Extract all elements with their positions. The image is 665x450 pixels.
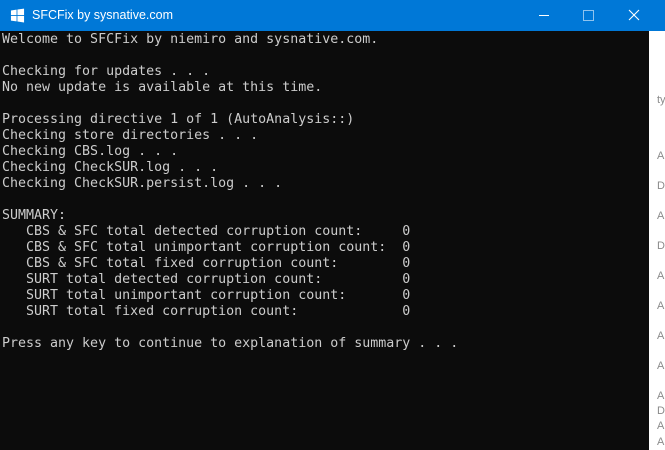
- background-text-fragment: Ap: [657, 150, 665, 162]
- close-icon: [628, 9, 640, 21]
- console-line: Checking CheckSUR.persist.log . . .: [2, 176, 283, 191]
- console-line: Checking CBS.log . . .: [2, 144, 179, 159]
- background-text-fragment: Ap: [657, 390, 665, 402]
- console-line: Processing directive 1 of 1 (AutoAnalysi…: [2, 112, 355, 127]
- minimize-icon: [539, 15, 549, 16]
- console-line: CBS & SFC total fixed corruption count: …: [2, 256, 411, 271]
- title-bar[interactable]: SFCFix by sysnative.com: [0, 0, 665, 31]
- console-line: Checking store directories . . .: [2, 128, 259, 143]
- console-line: Welcome to SFCFix by niemiro and sysnati…: [2, 32, 379, 47]
- background-text-fragment: De: [657, 405, 665, 417]
- windows-logo-icon: [10, 8, 25, 23]
- background-text-fragment: ty: [657, 94, 665, 106]
- background-text-fragment: Ap: [657, 420, 665, 432]
- window-title: SFCFix by sysnative.com: [32, 8, 174, 22]
- console-line: Checking for updates . . .: [2, 64, 211, 79]
- background-text-fragment: Ap: [657, 270, 665, 282]
- console-line: CBS & SFC total unimportant corruption c…: [2, 240, 411, 255]
- sfcfix-console-window: SFCFix by sysnative.com Welcome to SFCFi…: [0, 0, 665, 450]
- background-text-fragment: De: [657, 180, 665, 192]
- background-text-fragment: Ap: [657, 300, 665, 312]
- console-line: SURT total unimportant corruption count:…: [2, 288, 411, 303]
- console-line: Press any key to continue to explanation…: [2, 336, 459, 351]
- close-button[interactable]: [611, 0, 657, 31]
- maximize-icon: [583, 10, 594, 21]
- background-text-fragment: De: [657, 240, 665, 252]
- console-line: SURT total fixed corruption count: 0: [2, 304, 411, 319]
- console-line: No new update is available at this time.: [2, 80, 323, 95]
- background-text-fragment: Ap: [657, 330, 665, 342]
- console-line: CBS & SFC total detected corruption coun…: [2, 224, 411, 239]
- background-text-fragment: Ap: [657, 360, 665, 372]
- console-output[interactable]: Welcome to SFCFix by niemiro and sysnati…: [2, 32, 642, 442]
- console-line: SURT total detected corruption count: 0: [2, 272, 411, 287]
- background-text-fragment: Ap: [657, 210, 665, 222]
- background-text-fragment: Ap: [657, 436, 665, 448]
- console-line: SUMMARY:: [2, 208, 67, 223]
- console-line: Checking CheckSUR.log . . .: [2, 160, 219, 175]
- minimize-button[interactable]: [521, 0, 567, 31]
- maximize-button[interactable]: [566, 0, 612, 31]
